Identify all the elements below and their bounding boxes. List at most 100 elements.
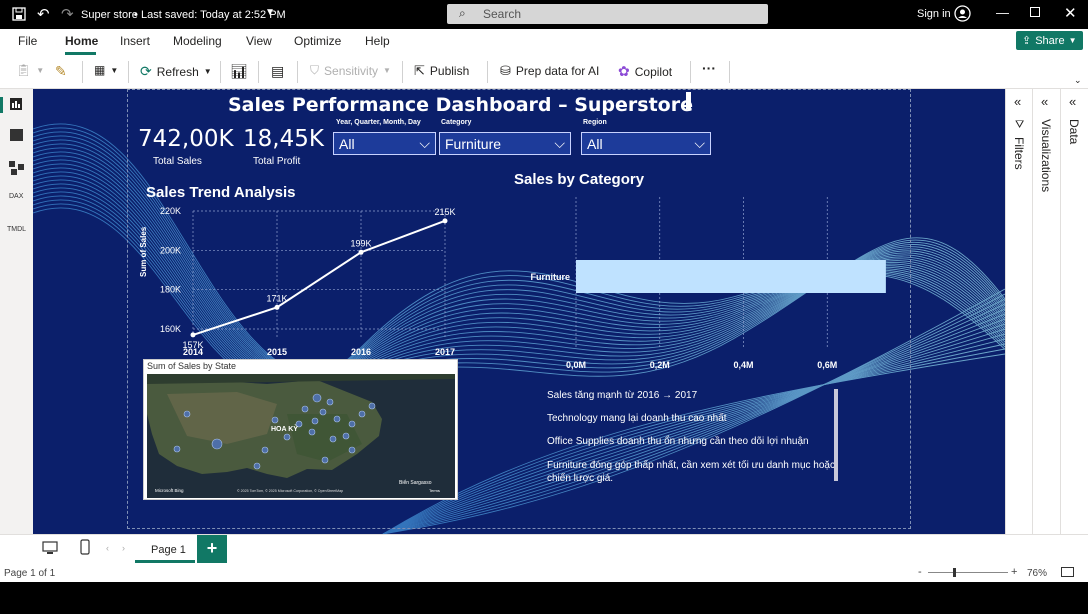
visualizations-pane-label[interactable]: Visualizations [1039, 119, 1053, 192]
menu-help[interactable]: Help [365, 34, 390, 48]
collapse-visualizations-icon[interactable]: « [1041, 94, 1048, 109]
share-button[interactable]: ⇪ Share ▼ [1016, 31, 1083, 50]
data-pane-label[interactable]: Data [1067, 119, 1081, 144]
page-count: Page 1 of 1 [4, 568, 56, 579]
more-button[interactable]: ··· [702, 60, 716, 76]
sign-in-link[interactable]: Sign in [917, 8, 951, 20]
y-tick-label: 200K [160, 245, 181, 255]
report-view-icon[interactable] [10, 98, 22, 110]
publish-label: Publish [429, 64, 470, 78]
publish-button[interactable]: ⇱ Publish [414, 63, 469, 79]
maximize-icon[interactable] [1030, 7, 1040, 17]
search-placeholder: Search [483, 7, 522, 21]
model-view-icon[interactable] [9, 161, 24, 175]
map-state-point [348, 420, 356, 428]
mobile-layout-icon[interactable] [80, 539, 90, 555]
chevron-down-icon[interactable]: ⌄ [1074, 75, 1082, 86]
taskbar-area [0, 582, 1088, 614]
zoom-in-icon[interactable]: + [1011, 566, 1017, 578]
sales-trend-line-chart[interactable]: 160K180K200K220K2014 2015 2016 2017157K171K… [139, 203, 469, 361]
data-point [274, 304, 280, 310]
filters-pane-label[interactable]: Filters [1012, 137, 1026, 170]
sales-by-category-bar-chart[interactable]: 0,0M 0,2M 0,4M 0,6M Furniture [511, 189, 911, 374]
menu-view[interactable]: View [246, 34, 272, 48]
fit-to-page-icon[interactable] [1061, 567, 1074, 577]
data-point [442, 218, 448, 224]
chevron-down-icon: ▼ [383, 66, 391, 75]
menu-insert[interactable]: Insert [120, 34, 150, 48]
map-state-point [311, 417, 319, 425]
slicer-category[interactable]: Furniture ⌵ [439, 132, 571, 155]
zoom-slider-thumb[interactable] [953, 568, 956, 577]
save-icon[interactable] [12, 7, 26, 21]
prev-page-icon[interactable]: ‹ [106, 543, 109, 553]
shield-icon: ⛉ [310, 63, 320, 77]
publish-icon: ⇱ [414, 63, 425, 78]
slicer-date[interactable]: All ⌵ [333, 132, 436, 155]
kpi-total-sales-label: Total Sales [153, 156, 202, 167]
map-state-point [183, 410, 191, 418]
format-painter-icon[interactable]: ✎ [55, 63, 67, 80]
map-state-point [211, 438, 223, 450]
avatar-icon[interactable] [954, 5, 971, 22]
collapse-filters-icon[interactable]: « [1014, 94, 1021, 109]
paste-button[interactable]: 📋︎ ▼ [16, 63, 44, 77]
map-terms-link[interactable]: Terms [429, 488, 440, 493]
add-page-button[interactable]: + [197, 535, 227, 563]
next-page-icon[interactable]: › [122, 543, 125, 553]
menu-home[interactable]: Home [65, 34, 98, 48]
transform-button[interactable]: ▦ ▼ [94, 63, 118, 77]
sensitivity-button[interactable]: ⛉ Sensitivity ▼ [310, 63, 391, 78]
data-label: 157K [182, 340, 203, 350]
y-tick-label: 160K [160, 324, 181, 334]
pane-divider [1032, 89, 1033, 534]
sales-map-visual[interactable]: Sum of Sales by State HOA KỲ Biển Sargas… [143, 359, 458, 500]
scroll-thumb[interactable] [686, 92, 691, 109]
table-view-icon[interactable] [10, 129, 23, 141]
map-bing-logo: Microsoft Bing [155, 488, 184, 493]
file-title[interactable]: Super store [81, 9, 138, 21]
new-visual-icon[interactable]: 📊︎ [230, 63, 248, 80]
refresh-button[interactable]: ⟳ Refresh ▼ [140, 63, 212, 80]
map-center-label: HOA KỲ [271, 424, 298, 433]
menu-optimize[interactable]: Optimize [294, 34, 341, 48]
zoom-slider[interactable] [928, 572, 1008, 573]
map-state-point [368, 402, 376, 410]
us-satellite-map[interactable]: HOA KỲ Biển Sargasso Microsoft Bing © 20… [147, 374, 455, 498]
desktop-layout-icon[interactable] [42, 541, 58, 555]
kpi-total-profit-label: Total Profit [253, 156, 301, 167]
page-tab-1[interactable]: Page 1 [135, 535, 195, 563]
bar-chart-title: Sales by Category [514, 171, 645, 188]
close-icon[interactable]: ✕ [1064, 4, 1077, 22]
chevron-down-icon[interactable]: ▼ [265, 7, 275, 18]
zoom-out-icon[interactable]: - [918, 566, 922, 578]
share-icon: ⇪ [1022, 35, 1032, 47]
data-label: 171K [266, 293, 287, 303]
minimize-icon[interactable]: — [996, 5, 1009, 20]
copilot-button[interactable]: ✿ Copilot [618, 63, 672, 80]
saved-status[interactable]: Last saved: Today at 2:52 PM [141, 9, 286, 21]
slicer-region[interactable]: All ⌵ [581, 132, 711, 155]
share-label: Share [1035, 34, 1065, 47]
search-input[interactable]: ⌕ Search [447, 4, 768, 24]
undo-icon[interactable]: ↶ [37, 5, 50, 23]
tmdl-view-icon[interactable]: TMDL [7, 226, 26, 233]
prep-data-button[interactable]: ⛁ Prep data for AI [500, 63, 599, 79]
redo-icon[interactable]: ↷ [61, 5, 74, 23]
map-state-point [358, 410, 366, 418]
bar-furniture [576, 260, 886, 293]
x-tick-label: 2015 [267, 347, 287, 357]
trend-y-axis-label: Sum of Sales [139, 226, 148, 277]
insights-scrollbar[interactable] [834, 389, 838, 481]
refresh-label: Refresh [156, 64, 199, 79]
menu-modeling[interactable]: Modeling [173, 34, 222, 48]
map-state-point [319, 408, 327, 416]
view-switcher: DAX TMDL [0, 89, 33, 534]
ribbon-divider [402, 61, 403, 83]
kpi-total-profit-value: 18,45K [243, 126, 324, 152]
dax-query-icon[interactable]: DAX [9, 193, 23, 200]
calculator-icon[interactable]: ▤ [271, 63, 284, 80]
collapse-data-icon[interactable]: « [1069, 94, 1076, 109]
ribbon-divider [487, 61, 488, 83]
menu-file[interactable]: File [18, 34, 37, 48]
